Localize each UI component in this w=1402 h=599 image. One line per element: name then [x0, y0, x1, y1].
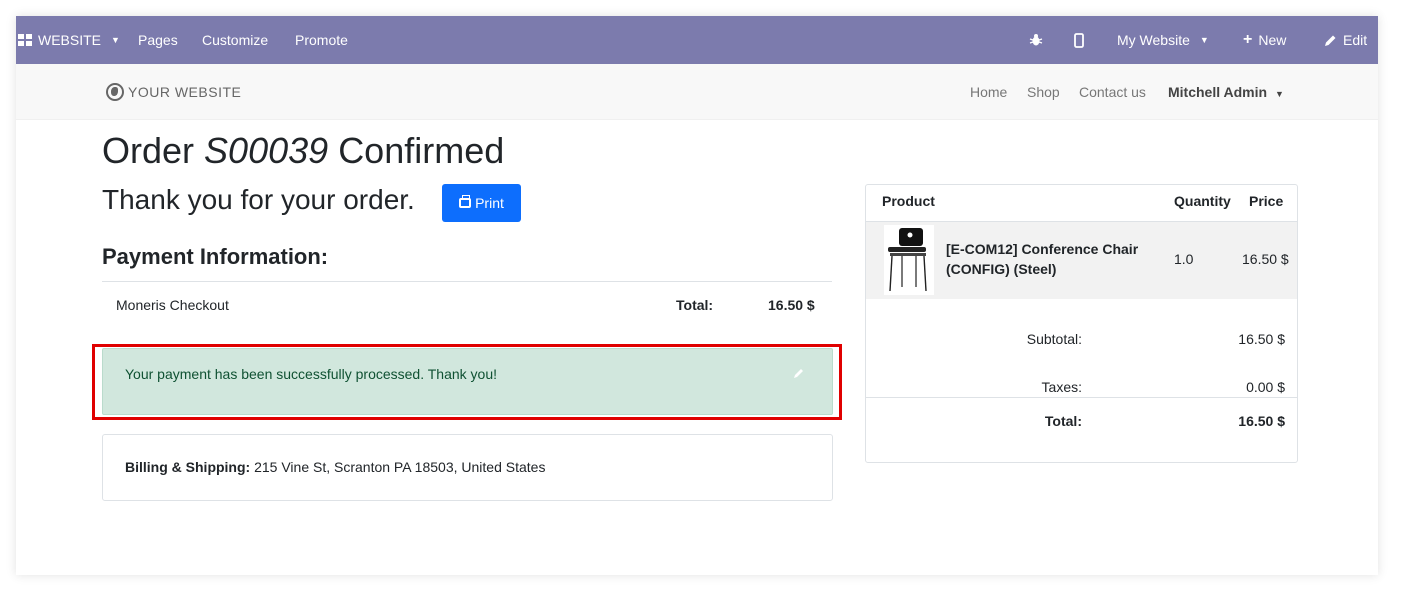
title-prefix: Order	[102, 130, 195, 171]
taxes-value: 0.00 $	[1246, 379, 1285, 395]
page-frame: WEBSITE ▼ Pages Customize Promote My Web…	[16, 16, 1378, 575]
divider	[866, 397, 1297, 398]
billing-address: 215 Vine St, Scranton PA 18503, United S…	[254, 459, 546, 475]
pencil-icon	[1325, 35, 1336, 46]
website-switcher-label: My Website	[1117, 32, 1190, 48]
debug-button[interactable]	[1029, 16, 1043, 64]
new-button-label: New	[1258, 32, 1287, 48]
page-title: Order S00039 Confirmed	[102, 130, 504, 172]
user-menu[interactable]: Mitchell Admin ▼	[1168, 64, 1284, 120]
edit-button[interactable]: Edit	[1324, 16, 1367, 64]
mobile-icon	[1074, 32, 1084, 48]
divider	[102, 281, 832, 282]
globe-icon	[106, 83, 124, 101]
header-price: Price	[1249, 193, 1284, 209]
apps-grid-icon	[18, 34, 32, 46]
site-logo-text: YOUR WEBSITE	[128, 84, 242, 100]
order-summary-card: Product Quantity Price [E-COM12] Confere…	[865, 184, 1298, 463]
promote-menu[interactable]: Promote	[295, 16, 348, 64]
new-button[interactable]: + New	[1243, 16, 1286, 64]
site-header: YOUR WEBSITE Home Shop Contact us Mitche…	[16, 64, 1378, 120]
customize-menu[interactable]: Customize	[202, 16, 268, 64]
print-button[interactable]: Print	[442, 184, 521, 222]
site-logo[interactable]: YOUR WEBSITE	[106, 64, 241, 120]
customize-menu-label: Customize	[202, 32, 269, 48]
nav-home[interactable]: Home	[970, 64, 1007, 120]
website-menu-label: WEBSITE	[38, 32, 102, 48]
nav-contact-us[interactable]: Contact us	[1079, 64, 1146, 120]
pages-menu[interactable]: Pages	[138, 16, 178, 64]
mobile-preview-button[interactable]	[1074, 16, 1084, 64]
caret-down-icon: ▼	[1199, 35, 1209, 45]
edit-button-label: Edit	[1343, 32, 1368, 48]
payment-info-heading: Payment Information:	[102, 244, 329, 269]
payment-total-label: Total:	[676, 297, 714, 313]
website-menu[interactable]: WEBSITE ▼	[18, 16, 120, 64]
subtotal-value: 16.50 $	[1238, 331, 1285, 347]
payment-method: Moneris Checkout	[116, 297, 229, 313]
nav-shop[interactable]: Shop	[1027, 64, 1060, 120]
order-total-label: Total:	[1044, 413, 1082, 429]
caret-down-icon: ▼	[111, 35, 120, 45]
product-price: 16.50 $	[1242, 251, 1289, 267]
product-name[interactable]: [E-COM12] Conference Chair (CONFIG) (Ste…	[946, 239, 1156, 279]
printer-icon	[459, 195, 472, 208]
billing-shipping-card: Billing & Shipping: 215 Vine St, Scranto…	[102, 434, 833, 501]
product-quantity: 1.0	[1174, 251, 1194, 267]
admin-bar: WEBSITE ▼ Pages Customize Promote My Web…	[16, 16, 1378, 64]
billing-label: Billing & Shipping:	[125, 459, 251, 475]
order-total-value: 16.50 $	[1238, 413, 1285, 429]
highlight-box	[92, 344, 842, 420]
promote-menu-label: Promote	[295, 32, 348, 48]
bug-icon	[1029, 34, 1043, 46]
payment-total-value: 16.50 $	[768, 297, 815, 313]
website-switcher[interactable]: My Website ▼	[1117, 16, 1209, 64]
caret-down-icon: ▼	[1274, 89, 1284, 99]
header-quantity: Quantity	[1174, 193, 1231, 209]
user-menu-label: Mitchell Admin	[1168, 84, 1268, 100]
subtotal-label: Subtotal:	[1026, 331, 1082, 347]
thank-you-message: Thank you for your order.	[102, 184, 415, 215]
order-number: S00039	[204, 130, 329, 171]
title-suffix: Confirmed	[338, 130, 505, 171]
pages-menu-label: Pages	[138, 32, 178, 48]
print-button-label: Print	[475, 195, 504, 211]
plus-icon: +	[1243, 31, 1253, 48]
taxes-label: Taxes:	[1041, 379, 1082, 395]
header-product: Product	[882, 193, 935, 209]
product-image[interactable]	[884, 225, 934, 295]
